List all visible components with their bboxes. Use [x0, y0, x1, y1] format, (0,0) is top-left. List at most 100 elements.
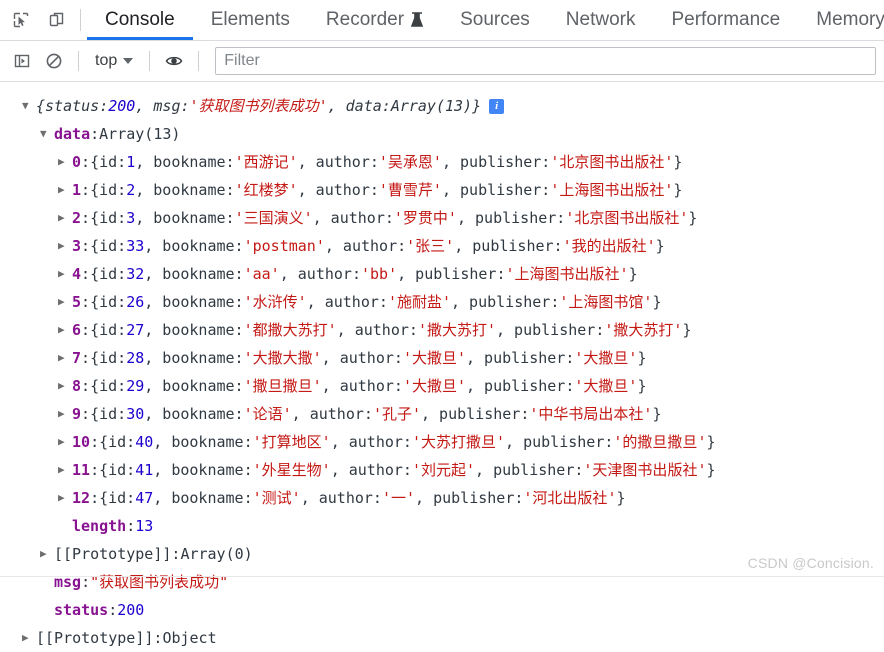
row-index: 2 — [72, 209, 82, 227]
row-author-key: , author: — [330, 433, 412, 451]
row-author-value: '曹雪芹' — [378, 181, 442, 199]
data-colon: : — [90, 125, 100, 143]
tab-sources[interactable]: Sources — [442, 0, 548, 40]
expand-arrow-row-1[interactable]: ▶ — [58, 176, 70, 204]
tab-elements[interactable]: Elements — [193, 0, 308, 40]
console-options-bar: top Filter — [0, 41, 884, 82]
tab-network[interactable]: Network — [548, 0, 654, 40]
expand-arrow-array-prototype[interactable]: ▶ — [40, 540, 52, 568]
row-author-key: , author: — [291, 405, 373, 423]
expand-arrow-row-10[interactable]: ▶ — [58, 428, 70, 456]
expand-arrow-row-9[interactable]: ▶ — [58, 400, 70, 428]
row-publisher-key: , publisher: — [496, 321, 605, 339]
row-close-brace: } — [637, 377, 647, 395]
row-bookname-value: '大撒大撒' — [243, 349, 322, 367]
console-array-row[interactable]: ▶ 2: {id: 3, bookname: '三国演义', author: '罗… — [0, 204, 884, 232]
tab-performance[interactable]: Performance — [653, 0, 798, 40]
row-publisher-key: , publisher: — [466, 377, 575, 395]
row-id-value: 29 — [126, 377, 145, 395]
row-id-value: 47 — [135, 489, 154, 507]
console-array-row[interactable]: ▶ 0: {id: 1, bookname: '西游记', author: '吴承… — [0, 148, 884, 176]
row-index: 11 — [72, 461, 91, 479]
console-array-row[interactable]: ▶ 10: {id: 40, bookname: '打算地区', author: … — [0, 428, 884, 456]
row-publisher-key: , publisher: — [456, 209, 566, 227]
expand-arrow-row-7[interactable]: ▶ — [58, 344, 70, 372]
expand-arrow-row-0[interactable]: ▶ — [58, 148, 70, 176]
row-close-brace: } — [673, 153, 683, 171]
inspect-cursor-icon[interactable] — [8, 7, 34, 33]
expand-arrow-row-6[interactable]: ▶ — [58, 316, 70, 344]
expand-arrow-row-11[interactable]: ▶ — [58, 456, 70, 484]
row-id-value: 28 — [126, 349, 145, 367]
row-publisher-value: '撒大苏打' — [604, 321, 683, 339]
row-bookname-value: '测试' — [252, 489, 301, 507]
execution-context-selector[interactable]: top — [89, 50, 139, 72]
row-colon: : — [90, 461, 100, 479]
tabbar-divider — [80, 9, 81, 31]
console-array-row[interactable]: ▶ 6: {id: 27, bookname: '都撒大苏打', author: … — [0, 316, 884, 344]
status-key: status — [54, 601, 109, 619]
info-icon[interactable]: i — [489, 98, 505, 114]
array-prototype-key: [[Prototype]] — [54, 545, 172, 563]
console-array-row[interactable]: ▶ 5: {id: 26, bookname: '水浒传', author: '施… — [0, 288, 884, 316]
row-author-value: '孔子' — [372, 405, 421, 423]
console-sidebar-icon[interactable] — [8, 47, 36, 75]
tab-console[interactable]: Console — [87, 0, 193, 40]
expand-arrow-row-4[interactable]: ▶ — [58, 260, 70, 288]
expand-arrow-object-prototype[interactable]: ▶ — [22, 624, 34, 652]
console-object-prototype-row[interactable]: ▶ [[Prototype]]: Object — [0, 624, 884, 652]
console-array-row[interactable]: ▶ 12: {id: 47, bookname: '测试', author: '一… — [0, 484, 884, 512]
expand-arrow-row-12[interactable]: ▶ — [58, 484, 70, 512]
row-bookname-key: , bookname: — [144, 293, 244, 311]
console-data-node[interactable]: ▼ data: Array(13) — [0, 120, 884, 148]
row-author-value: '大撒旦' — [402, 349, 466, 367]
clear-console-icon[interactable] — [40, 47, 68, 75]
row-bookname-value: '打算地区' — [252, 433, 331, 451]
row-id-value: 33 — [126, 237, 145, 255]
console-array-row[interactable]: ▶ 11: {id: 41, bookname: '外星生物', author: … — [0, 456, 884, 484]
expand-arrow-row-5[interactable]: ▶ — [58, 288, 70, 316]
expand-arrow-root[interactable]: ▼ — [22, 92, 34, 120]
row-open-brace: {id: — [90, 405, 127, 423]
console-array-row[interactable]: ▶ 8: {id: 29, bookname: '撒旦撒旦', author: '… — [0, 372, 884, 400]
console-array-row[interactable]: ▶ 1: {id: 2, bookname: '红楼梦', author: '曹雪… — [0, 176, 884, 204]
row-publisher-value: '上海图书出版社' — [505, 265, 629, 283]
console-array-row[interactable]: ▶ 3: {id: 33, bookname: 'postman', author… — [0, 232, 884, 260]
row-publisher-value: '我的出版社' — [562, 237, 656, 255]
optionsbar-divider-2 — [149, 51, 151, 71]
filter-input[interactable]: Filter — [215, 47, 876, 75]
console-length-row: length: 13 — [0, 512, 884, 540]
console-array-row[interactable]: ▶ 9: {id: 30, bookname: '论语', author: '孔子… — [0, 400, 884, 428]
tab-memory[interactable]: Memory — [798, 0, 884, 40]
row-colon: : — [81, 405, 91, 423]
tab-performance-label: Performance — [671, 9, 781, 30]
row-publisher-value: '北京图书出版社' — [550, 153, 674, 171]
summary-mid-2: , data: — [327, 97, 391, 115]
msg-key: msg — [54, 573, 82, 591]
expand-arrow-data[interactable]: ▼ — [40, 120, 52, 148]
row-author-value: '施耐盐' — [387, 293, 451, 311]
row-author-value: '撒大苏打' — [417, 321, 496, 339]
summary-mid-1: , msg: — [135, 97, 190, 115]
msg-colon: : — [81, 573, 91, 591]
row-author-key: , author: — [321, 349, 403, 367]
row-publisher-value: '天津图书出版社' — [583, 461, 707, 479]
console-array-row[interactable]: ▶ 4: {id: 32, bookname: 'aa', author: 'bb… — [0, 260, 884, 288]
tab-recorder[interactable]: Recorder — [308, 0, 442, 40]
device-toolbar-icon[interactable] — [44, 7, 70, 33]
expand-arrow-row-2[interactable]: ▶ — [58, 204, 70, 232]
row-bookname-value: '论语' — [243, 405, 292, 423]
expand-arrow-row-8[interactable]: ▶ — [58, 372, 70, 400]
summary-status-value: 200 — [108, 97, 136, 115]
console-summary-line[interactable]: ▼ {status: 200, msg: '获取图书列表成功', data: Ar… — [0, 92, 884, 120]
watermark: CSDN @Concision. — [747, 555, 874, 571]
row-close-brace: } — [637, 349, 647, 367]
console-array-row[interactable]: ▶ 7: {id: 28, bookname: '大撒大撒', author: '… — [0, 344, 884, 372]
row-author-value: '大撒旦' — [402, 377, 466, 395]
row-index: 5 — [72, 293, 82, 311]
expand-arrow-row-3[interactable]: ▶ — [58, 232, 70, 260]
row-bookname-key: , bookname: — [144, 377, 244, 395]
row-open-brace: {id: — [90, 349, 127, 367]
row-author-value: '大苏打撒旦' — [411, 433, 506, 451]
live-expression-icon[interactable] — [160, 47, 188, 75]
